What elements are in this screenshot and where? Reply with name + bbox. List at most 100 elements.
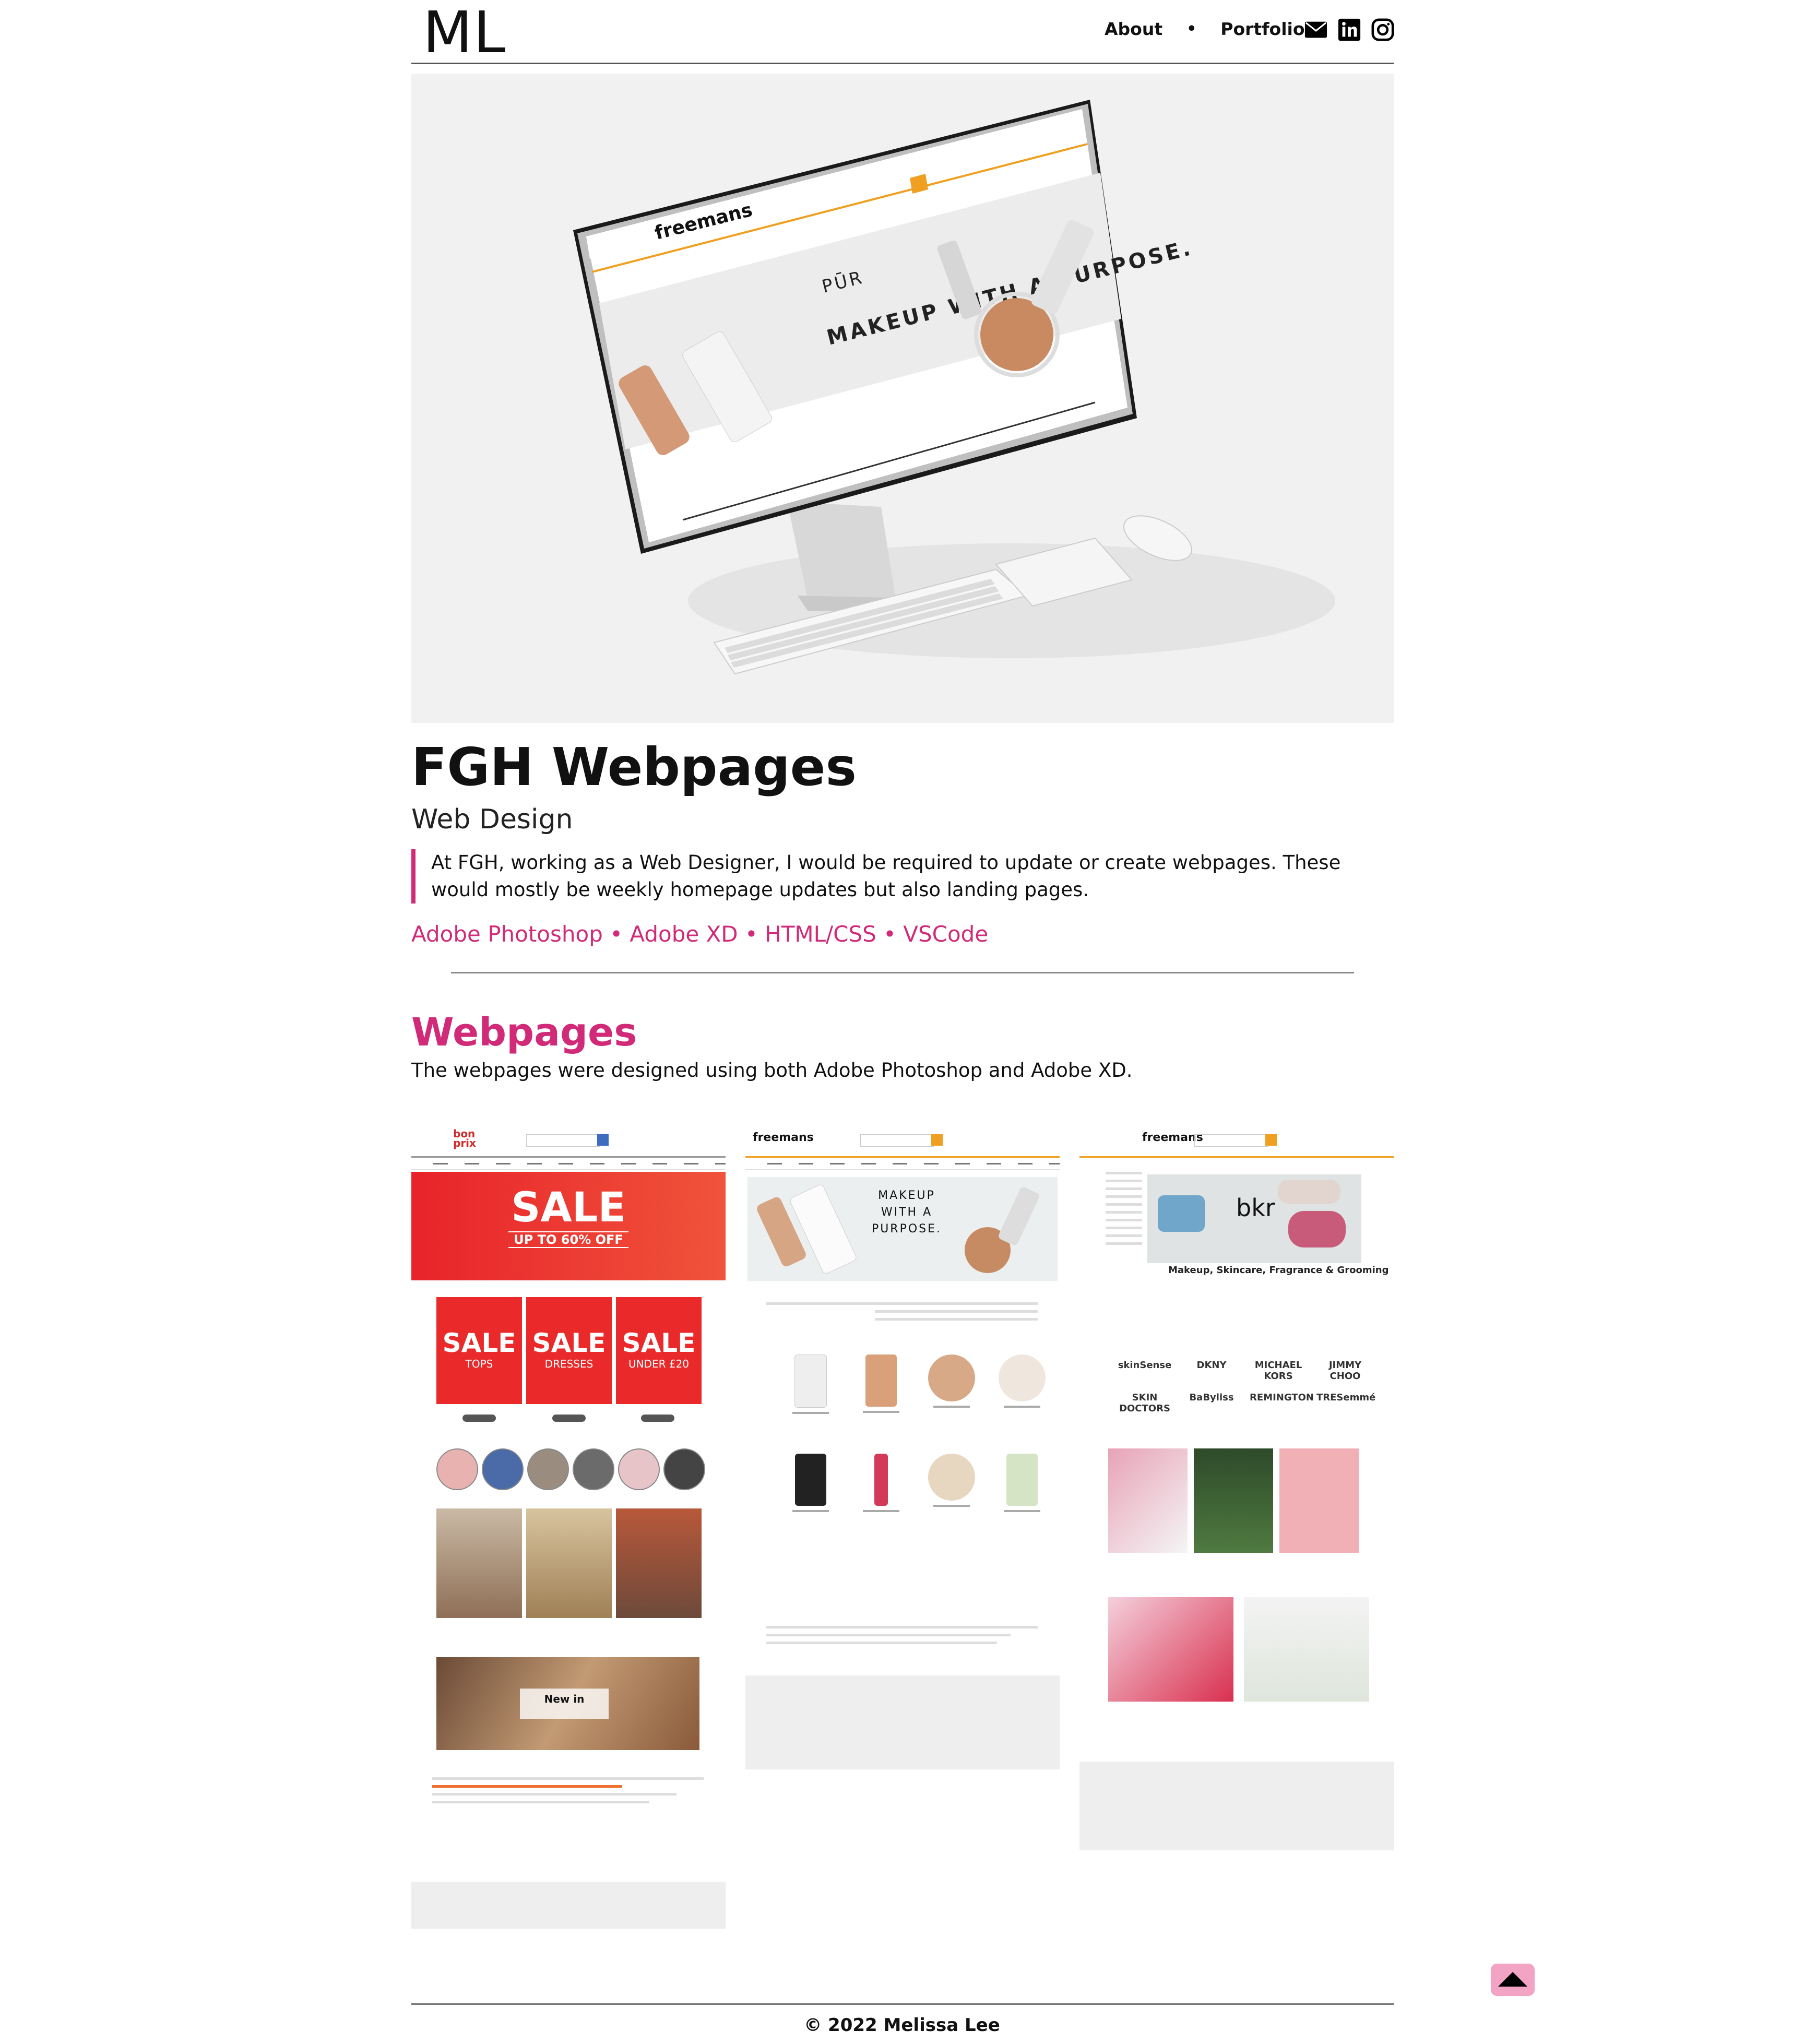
copyright-text: © 2022 Melissa Lee [804,2015,1000,2036]
caret-up-icon [1498,1972,1527,1987]
thumb-text-lines [766,1297,1038,1326]
product-card [923,1354,980,1428]
instagram-icon[interactable] [1371,18,1395,42]
product-card [782,1354,839,1428]
footer-divider [411,2003,1394,2005]
thumb-brand: bon prix [453,1127,476,1149]
project-tools: Adobe Photoshop • Adobe XD • HTML/CSS • … [411,921,989,947]
thumb-product-grid [782,1354,1051,1527]
site-header: ML About • Portfolio [411,0,1394,64]
nav-link-portfolio[interactable]: Portfolio [1220,19,1304,39]
nav-link-about[interactable]: About [1105,19,1162,39]
thumb-nav [745,1158,1060,1170]
thumb-nav [411,1158,726,1170]
webpage-thumbnail-bonprix[interactable]: bon prix SALE UP TO 60% OFF SALE TOPS SA… [411,1125,726,1929]
brand-logo: REMINGTON [1250,1392,1314,1403]
sale-tile-label: DRESSES [544,1358,594,1370]
webpage-thumbnail-freemans-pur[interactable]: freemans MAKEUP WITH A PURPOSE. [745,1125,1060,1769]
brand-logo: TRESemmé [1316,1392,1376,1403]
thumb-inspire-row-2 [1108,1597,1369,1702]
product-card [852,1354,910,1428]
thumb-footer [745,1675,1060,1769]
product-card [993,1354,1051,1428]
thumb-footer [1079,1762,1394,1850]
thumb-shop-button [552,1415,586,1422]
thumb-search-icon [597,1134,609,1146]
thumb-brand: freemans [753,1131,814,1144]
thumb-photo [1108,1448,1188,1553]
thumb-sale-tiles: SALE TOPS SALE DRESSES SALE UNDER £20 [436,1297,702,1404]
thumb-shop-button [462,1415,496,1422]
brand-logo: BaByliss [1189,1392,1234,1403]
thumb-search-bar [1194,1134,1268,1147]
thumb-footer [411,1882,726,1929]
sale-tile: SALE DRESSES [526,1297,612,1404]
sale-tile: SALE TOPS [436,1297,522,1404]
sale-tile-title: SALE [532,1328,606,1358]
category-circle [482,1448,524,1490]
thumb-photo [436,1508,522,1618]
linkedin-icon[interactable] [1337,18,1361,42]
thumb-pur-headline: MAKEUP WITH A PURPOSE. [871,1189,942,1235]
thumb-brand-grid: skinSense DKNY MICHAEL KORS JIMMY CHOO S… [1116,1360,1376,1414]
social-links [1304,18,1395,42]
thumb-photo [1194,1448,1273,1553]
thumb-photo [1108,1597,1233,1702]
thumb-newin-label: New in [520,1689,609,1719]
brand-logo: skinSense [1118,1360,1172,1371]
brand-logo: DKNY [1196,1360,1227,1371]
thumb-photo [1244,1597,1369,1702]
product-card [993,1454,1051,1527]
brand-logo: JIMMY CHOO [1328,1360,1362,1382]
thumb-shop-button [641,1415,674,1422]
thumb-header: freemans [745,1125,1060,1158]
hero-image: freemans PŪR MAKEUP WITH A PURPOSE. [411,74,1394,723]
product-card [923,1454,980,1527]
project-title: FGH Webpages [411,736,857,798]
thumb-pur-banner: MAKEUP WITH A PURPOSE. [747,1177,1058,1281]
product-card [782,1454,839,1527]
section-divider [451,972,1354,973]
thumb-photo [616,1508,702,1618]
main-nav: About • Portfolio [1105,19,1305,39]
brand-logo: SKIN DOCTORS [1119,1392,1170,1414]
category-circle [436,1448,478,1490]
thumb-header: freemans [1079,1125,1394,1158]
thumb-search-bar [526,1134,600,1147]
thumb-category-circles [436,1448,705,1490]
category-circle [663,1448,705,1490]
site-logo[interactable]: ML [423,1,506,64]
thumb-bkr-logo: bkr [1236,1194,1275,1222]
thumb-category-heading: Makeup, Skincare, Fragrance & Grooming [1168,1265,1389,1276]
thumb-photo-row [436,1508,702,1618]
thumb-sidebar-links [1106,1167,1142,1250]
sale-tile-title: SALE [442,1328,516,1358]
sale-tile-label: TOPS [465,1358,493,1370]
envelope-icon[interactable] [1304,18,1328,42]
category-circle [573,1448,614,1490]
thumb-sale-subtitle: UP TO 60% OFF [508,1231,628,1248]
thumb-text-lines [432,1772,704,1809]
thumb-sale-banner: SALE UP TO 60% OFF [411,1172,726,1280]
webpages-description: The webpages were designed using both Ad… [411,1059,1133,1082]
brand-logo: MICHAEL KORS [1254,1360,1302,1382]
webpage-thumbnail-freemans-beauty[interactable]: freemans bkr Makeup, Skincare, Fragrance… [1079,1125,1394,1850]
project-subtitle: Web Design [411,804,573,835]
thumb-header: bon prix [411,1125,726,1158]
thumb-search-icon [1265,1134,1277,1146]
webpages-title: Webpages [411,1010,637,1055]
thumb-sale-title: SALE [511,1184,626,1231]
back-to-top-button[interactable] [1491,1964,1535,1996]
sale-tile: SALE UNDER £20 [616,1297,702,1404]
thumb-search-bar [860,1134,934,1147]
thumb-inspire-row [1108,1448,1359,1553]
sale-tile-title: SALE [622,1328,696,1358]
thumb-photo [1279,1448,1359,1553]
thumb-photo [526,1508,612,1618]
project-description: At FGH, working as a Web Designer, I wou… [411,849,1393,904]
product-card [852,1454,910,1527]
thumb-newin-banner: New in [436,1657,699,1750]
imac-mockup-illustration: freemans PŪR MAKEUP WITH A PURPOSE. [573,100,1335,675]
sale-tile-label: UNDER £20 [628,1358,690,1370]
category-circle [527,1448,569,1490]
